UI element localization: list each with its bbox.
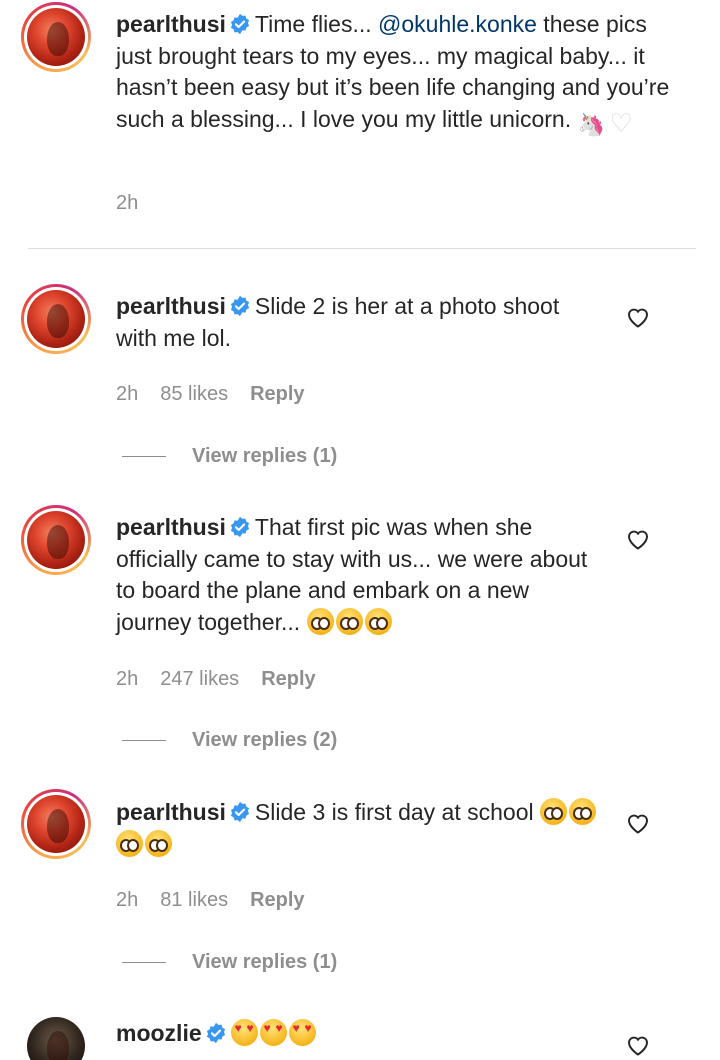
caption-text: pearlthusi Time flies... @okuhle.konke th… (116, 9, 676, 138)
heart-outline-icon[interactable] (626, 528, 650, 550)
heart-eyes-icon (288, 1019, 316, 1046)
view-replies-label: View replies (1) (192, 445, 338, 467)
view-replies-button[interactable]: View replies (1) (122, 951, 337, 974)
pleading-face-icon (364, 607, 392, 635)
mention-link[interactable]: @okuhle.konke (378, 11, 537, 37)
avatar[interactable] (21, 505, 91, 575)
likes-count[interactable]: 85 likes (160, 383, 228, 406)
verified-icon (230, 801, 249, 823)
heart-outline-icon[interactable] (626, 306, 650, 328)
pleading-face-icon (116, 829, 143, 857)
comment-meta: 2h 247 likes Reply (116, 668, 316, 691)
comment-text: moozlie (116, 1018, 606, 1050)
username[interactable]: pearlthusi (116, 799, 226, 825)
timestamp: 2h (116, 668, 139, 690)
username[interactable]: pearlthusi (116, 11, 226, 37)
replies-line (122, 456, 166, 457)
replies-line (122, 740, 166, 741)
verified-icon (230, 295, 249, 317)
pleading-face-icon (145, 829, 172, 857)
username[interactable]: pearlthusi (116, 514, 226, 540)
pleading-face-icon (335, 607, 363, 635)
caption-text-start: Time flies... (254, 11, 379, 37)
replies-line (122, 962, 166, 963)
timestamp: 2h (116, 383, 139, 405)
verified-icon (230, 13, 249, 35)
comment-text: pearlthusi Slide 2 is her at a photo shoo… (116, 291, 606, 354)
pleading-face-icon (306, 607, 334, 635)
comment-text: pearlthusi Slide 3 is first day at school (116, 797, 606, 860)
view-replies-button[interactable]: View replies (2) (122, 729, 337, 752)
comment-meta: 2h 85 likes Reply (116, 383, 305, 406)
verified-icon (206, 1022, 225, 1044)
caption-meta: 2h (116, 192, 138, 215)
avatar[interactable] (21, 2, 91, 72)
comments-screen: pearlthusi Time flies... @okuhle.konke th… (0, 0, 720, 1060)
reply-button[interactable]: Reply (250, 889, 304, 912)
heart-outline-icon[interactable] (626, 812, 650, 834)
avatar[interactable] (21, 789, 91, 859)
comment-meta: 2h 81 likes Reply (116, 889, 305, 912)
timestamp: 2h (116, 889, 139, 911)
verified-icon (230, 516, 249, 538)
pleading-face-icon (540, 798, 567, 825)
likes-count[interactable]: 247 likes (160, 668, 239, 691)
timestamp: 2h (116, 192, 139, 214)
likes-count[interactable]: 81 likes (160, 889, 228, 912)
comment-text: pearlthusi That first pic was when she of… (116, 512, 606, 638)
view-replies-button[interactable]: View replies (1) (122, 445, 337, 468)
heart-eyes-icon (230, 1019, 258, 1046)
reply-button[interactable]: Reply (250, 383, 304, 406)
view-replies-label: View replies (2) (192, 729, 338, 751)
heart-outline-icon[interactable] (626, 1034, 650, 1056)
comment-body: Slide 3 is first day at school (254, 799, 540, 825)
divider (28, 248, 696, 249)
username[interactable]: pearlthusi (116, 293, 226, 319)
username[interactable]: moozlie (116, 1020, 202, 1046)
white-heart-icon: ♡ (609, 107, 633, 138)
view-replies-label: View replies (1) (192, 951, 338, 973)
pleading-face-icon (569, 798, 596, 825)
reply-button[interactable]: Reply (261, 668, 315, 691)
avatar[interactable] (27, 1017, 85, 1060)
unicorn-icon: 🦄 (577, 111, 605, 137)
heart-eyes-icon (259, 1019, 287, 1046)
avatar[interactable] (21, 284, 91, 354)
